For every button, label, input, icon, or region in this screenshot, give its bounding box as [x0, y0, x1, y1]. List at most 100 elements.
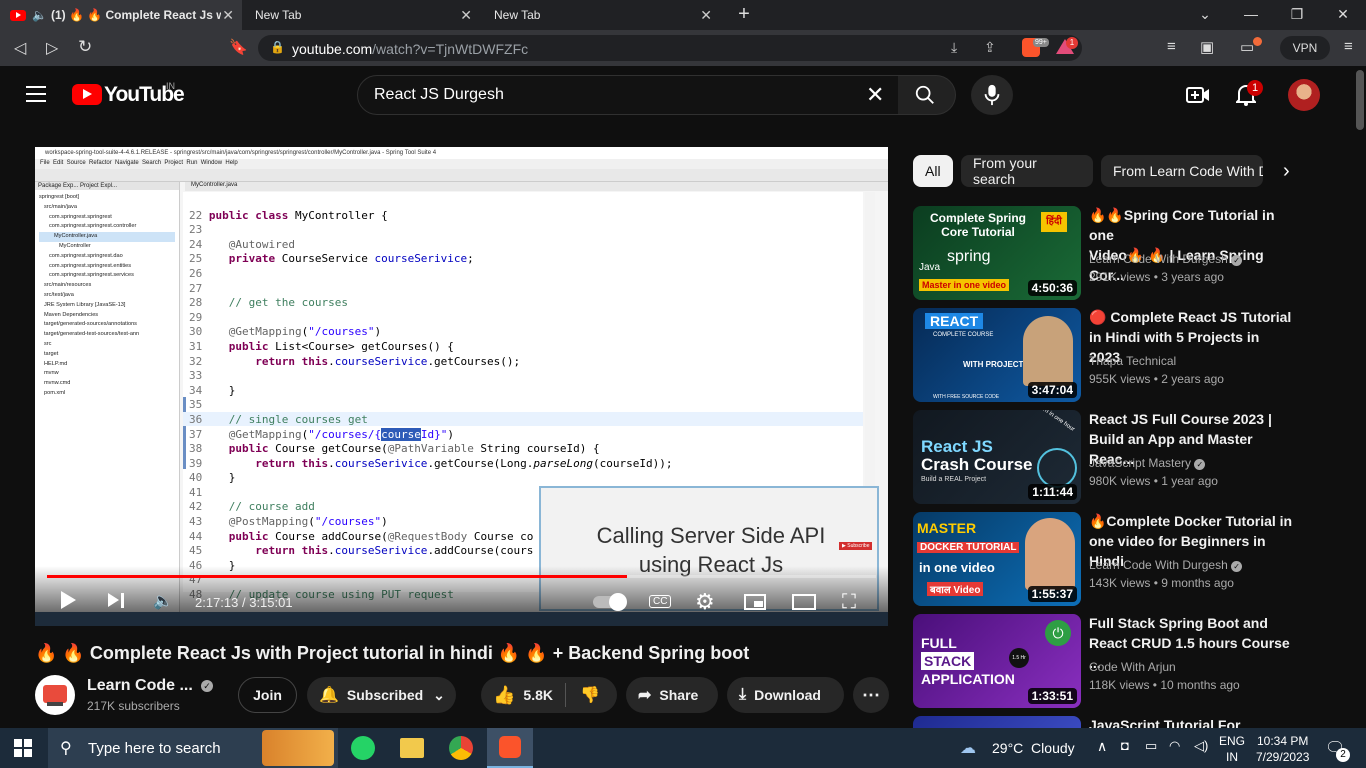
- tree-item[interactable]: mvnw: [39, 369, 175, 379]
- tree-item[interactable]: MyController: [39, 242, 175, 252]
- speaker-icon[interactable]: 🔈: [32, 8, 47, 22]
- rec-thumbnail[interactable]: [913, 716, 1081, 728]
- tree-item[interactable]: src: [39, 340, 175, 350]
- rec-thumbnail[interactable]: REACT COMPLETE COURSE WITH PROJECT 5 WIT…: [913, 308, 1081, 402]
- rec-thumbnail[interactable]: React JS Crash Course Build a REAL Projec…: [913, 410, 1081, 504]
- tree-item[interactable]: mvnw.cmd: [39, 379, 175, 389]
- browser-tab-new-1[interactable]: New Tab ✕: [245, 0, 480, 30]
- tree-item[interactable]: com.springrest.springrest.dao: [39, 252, 175, 262]
- battery-icon[interactable]: ▭: [1145, 738, 1157, 754]
- tree-item[interactable]: springrest [boot]: [39, 193, 175, 203]
- progress-bar[interactable]: [47, 575, 876, 578]
- wifi-icon[interactable]: ◠: [1169, 738, 1180, 754]
- search-button[interactable]: [898, 75, 956, 115]
- channel-name[interactable]: Learn Code ...: [87, 677, 193, 695]
- miniplayer-icon[interactable]: [744, 594, 766, 610]
- tree-item[interactable]: com.springrest.springrest: [39, 213, 175, 223]
- play-icon[interactable]: [61, 591, 76, 609]
- volume-icon[interactable]: 🔈: [153, 591, 173, 611]
- join-button[interactable]: Join: [238, 677, 297, 713]
- tree-item[interactable]: JRE System Library [JavaSE-13]: [39, 301, 175, 311]
- video-player[interactable]: workspace-spring-tool-suite-4-4.6.1.RELE…: [35, 147, 888, 626]
- rec-channel[interactable]: Learn Code With Durgesh ✓: [1089, 252, 1243, 266]
- chip-from-channel[interactable]: From Learn Code With D: [1101, 155, 1263, 187]
- share-button[interactable]: ➦ Share: [626, 677, 718, 713]
- chip-all[interactable]: All: [913, 155, 953, 187]
- browser-tab-new-2[interactable]: New Tab ✕: [484, 0, 720, 30]
- share-page-icon[interactable]: ⇪: [984, 39, 996, 56]
- create-video-icon[interactable]: [1186, 85, 1210, 110]
- playlist-icon[interactable]: ≡: [1167, 38, 1176, 55]
- captions-icon[interactable]: CC: [649, 595, 672, 608]
- tab-search-chevron-icon[interactable]: ⌄: [1195, 6, 1215, 23]
- tree-item[interactable]: src/test/java: [39, 291, 175, 301]
- device-icon[interactable]: ◘: [1121, 738, 1129, 753]
- minimize-icon[interactable]: —: [1241, 6, 1261, 22]
- subscribed-button[interactable]: 🔔 Subscribed ⌄: [307, 677, 456, 713]
- rec-thumbnail[interactable]: MASTER DOCKER TUTORIAL in one video बवाल…: [913, 512, 1081, 606]
- tree-item[interactable]: src/main/resources: [39, 281, 175, 291]
- show-hidden-icons-icon[interactable]: ∧: [1097, 738, 1107, 755]
- hamburger-menu-icon[interactable]: [26, 86, 46, 102]
- chrome-icon[interactable]: [449, 736, 473, 760]
- forward-icon[interactable]: ▷: [46, 38, 58, 58]
- sidebar-icon[interactable]: ▣: [1200, 38, 1214, 56]
- tree-item[interactable]: com.springrest.springrest.services: [39, 271, 175, 281]
- download-button[interactable]: ⤓ Download: [727, 677, 844, 713]
- lock-icon[interactable]: 🔒: [270, 40, 285, 54]
- rec-channel[interactable]: Learn Code With Durgesh ✓: [1089, 558, 1243, 572]
- browser-tab-youtube[interactable]: 🔈 (1) 🔥 🔥 Complete React Js wi ✕: [0, 0, 242, 30]
- maximize-icon[interactable]: ❐: [1287, 6, 1307, 23]
- clear-search-icon[interactable]: ✕: [866, 82, 884, 108]
- new-tab-icon[interactable]: +: [734, 3, 754, 26]
- tree-item[interactable]: src/main/java: [39, 203, 175, 213]
- tree-item[interactable]: com.springrest.springrest.controller: [39, 222, 175, 232]
- page-scrollbar[interactable]: [1356, 70, 1364, 130]
- tree-item[interactable]: Maven Dependencies: [39, 311, 175, 321]
- rec-channel[interactable]: Thapa Technical: [1089, 354, 1176, 368]
- vpn-button[interactable]: VPN: [1280, 36, 1330, 60]
- thumbs-down-icon[interactable]: 👎: [566, 685, 600, 705]
- language-indicator[interactable]: ENG IN: [1219, 733, 1245, 765]
- close-tab-icon[interactable]: ✕: [460, 7, 472, 24]
- rec-thumbnail[interactable]: FULL STACK APPLICATION 1.5 Hr ⏻ 1:33:51: [913, 614, 1081, 708]
- file-explorer-icon[interactable]: [400, 738, 424, 758]
- rec-title[interactable]: JavaScript Tutorial For: [1089, 715, 1294, 728]
- next-icon[interactable]: [108, 593, 119, 607]
- chip-from-search[interactable]: From your search: [961, 155, 1093, 187]
- install-app-icon[interactable]: ⤓: [951, 39, 957, 56]
- tree-item[interactable]: MyController.java: [39, 232, 175, 242]
- account-avatar[interactable]: [1288, 79, 1320, 111]
- rec-thumbnail[interactable]: Complete Spring Core Tutorial हिंदी sprin…: [913, 206, 1081, 300]
- clock[interactable]: 10:34 PM 7/29/2023: [1256, 733, 1309, 765]
- whatsapp-icon[interactable]: [351, 736, 375, 760]
- youtube-logo-icon[interactable]: [72, 84, 102, 105]
- close-tab-icon[interactable]: ✕: [700, 7, 712, 24]
- tree-item[interactable]: pom.xml: [39, 389, 175, 399]
- voice-search-button[interactable]: [971, 75, 1013, 115]
- tree-item[interactable]: target/generated-sources/annotations: [39, 320, 175, 330]
- like-button[interactable]: 👍 5.8K: [481, 683, 566, 707]
- weather-icon[interactable]: ☁: [960, 738, 976, 758]
- chips-next-icon[interactable]: ›: [1283, 160, 1290, 183]
- close-window-icon[interactable]: ✕: [1333, 6, 1353, 23]
- close-tab-icon[interactable]: ✕: [222, 7, 234, 24]
- windows-start-icon[interactable]: [14, 739, 32, 757]
- tree-item[interactable]: target: [39, 350, 175, 360]
- url-text[interactable]: youtube.com/watch?v=TjnWtDWFZFc: [292, 41, 528, 57]
- bookmark-icon[interactable]: 🔖: [229, 38, 248, 56]
- back-icon[interactable]: ◁: [14, 38, 26, 58]
- theater-mode-icon[interactable]: [792, 594, 816, 610]
- more-actions-icon[interactable]: ⋯: [853, 677, 889, 713]
- autoplay-toggle[interactable]: [593, 593, 627, 611]
- channel-avatar[interactable]: [35, 675, 75, 715]
- tree-item[interactable]: target/generated-test-sources/test-ann: [39, 330, 175, 340]
- rec-channel[interactable]: JavaScript Mastery ✓: [1089, 456, 1206, 470]
- tree-item[interactable]: HELP.md: [39, 360, 175, 370]
- weather-text[interactable]: 29°C Cloudy: [992, 740, 1075, 756]
- rec-channel[interactable]: Code With Arjun: [1089, 660, 1176, 674]
- fullscreen-icon[interactable]: ⛶: [842, 591, 856, 614]
- tree-item[interactable]: com.springrest.springrest.entities: [39, 262, 175, 272]
- reload-icon[interactable]: ↻: [78, 37, 92, 57]
- menu-icon[interactable]: ≡: [1344, 38, 1353, 55]
